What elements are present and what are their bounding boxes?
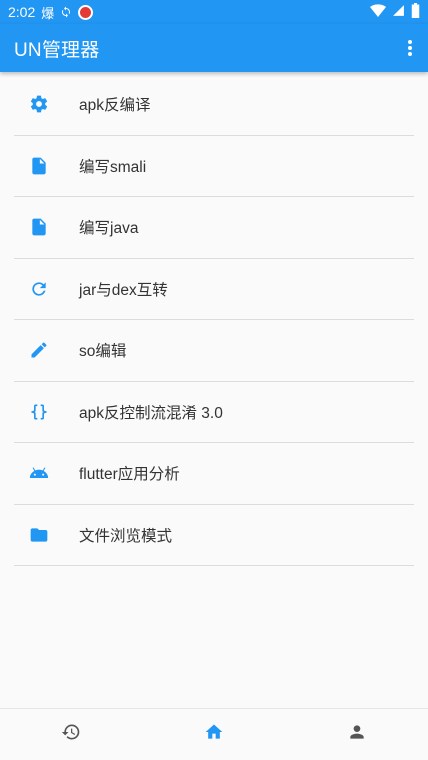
menu-item-jar-dex[interactable]: jar与dex互转 <box>14 259 414 320</box>
menu-item-label: so编辑 <box>79 343 127 361</box>
sync-icon <box>60 6 72 18</box>
status-bar: 2:02 爆 <box>0 0 428 24</box>
menu-item-deobfuscate[interactable]: apk反控制流混淆 3.0 <box>14 382 414 443</box>
menu-item-label: 编写smali <box>79 158 147 176</box>
pencil-icon <box>27 338 51 362</box>
history-icon <box>61 722 81 747</box>
menu-item-label: flutter应用分析 <box>79 466 180 484</box>
wifi-icon <box>370 3 386 21</box>
menu-item-write-smali[interactable]: 编写smali <box>14 136 414 197</box>
menu-item-label: jar与dex互转 <box>79 281 168 299</box>
bottom-navigation <box>0 708 428 760</box>
android-icon <box>27 461 51 485</box>
menu-item-file-browser[interactable]: 文件浏览模式 <box>14 505 414 566</box>
menu-item-write-java[interactable]: 编写java <box>14 197 414 259</box>
settings-icon <box>27 92 51 116</box>
app-bar: UN管理器 <box>0 24 428 72</box>
more-vert-icon[interactable] <box>402 38 418 58</box>
menu-item-label: apk反控制流混淆 3.0 <box>79 404 223 422</box>
menu-item-label: 文件浏览模式 <box>79 527 173 545</box>
nav-home[interactable] <box>194 715 234 755</box>
status-time: 2:02 <box>8 4 36 20</box>
app-title: UN管理器 <box>14 39 100 61</box>
refresh-icon <box>27 277 51 301</box>
folder-icon <box>27 523 51 547</box>
file-icon <box>27 154 51 178</box>
code-braces-icon <box>27 400 51 424</box>
home-icon <box>204 722 224 747</box>
menu-item-flutter-analysis[interactable]: flutter应用分析 <box>14 443 414 505</box>
status-indicator-text: 爆 <box>41 5 55 21</box>
battery-icon <box>411 3 420 21</box>
menu-item-label: apk反编译 <box>79 97 151 115</box>
signal-icon <box>392 4 405 20</box>
file-icon <box>27 215 51 239</box>
notification-badge-icon <box>78 4 94 20</box>
menu-item-label: 编写java <box>79 220 139 238</box>
menu-item-apk-decompile[interactable]: apk反编译 <box>14 74 414 136</box>
nav-profile[interactable] <box>337 715 377 755</box>
menu-list: apk反编译 编写smali 编写java jar与dex互转 so编辑 apk… <box>14 74 414 566</box>
nav-history[interactable] <box>51 715 91 755</box>
person-icon <box>347 722 367 747</box>
menu-item-so-edit[interactable]: so编辑 <box>14 320 414 382</box>
